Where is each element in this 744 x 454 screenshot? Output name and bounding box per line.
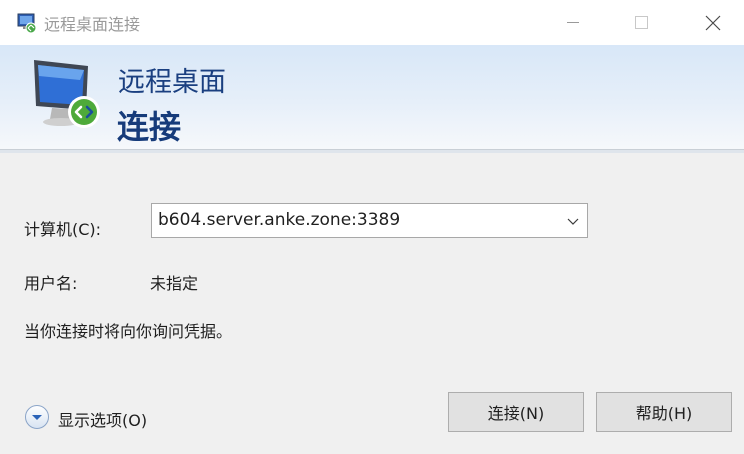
- username-value: 未指定: [150, 274, 199, 293]
- computer-label: 计算机(C):: [24, 220, 102, 239]
- computer-input[interactable]: b604.server.anke.zone:3389: [158, 210, 400, 230]
- maximize-icon: [634, 16, 648, 29]
- expand-options-icon[interactable]: [24, 404, 50, 430]
- remote-desktop-icon: [17, 13, 37, 34]
- help-button[interactable]: 帮助(H): [596, 392, 732, 432]
- computer-combobox[interactable]: b604.server.anke.zone:3389: [151, 203, 588, 238]
- header-banner: [0, 45, 744, 149]
- window-title: 远程桌面连接: [44, 15, 141, 34]
- connect-button[interactable]: 连接(N): [448, 392, 584, 432]
- banner-divider-shadow: [0, 150, 744, 153]
- close-icon: [705, 15, 721, 30]
- show-options-link[interactable]: 显示选项(O): [58, 407, 147, 431]
- username-label: 用户名:: [24, 274, 78, 293]
- credentials-info-text: 当你连接时将向你询问凭据。: [24, 322, 233, 341]
- remote-desktop-monitor-icon: [34, 60, 100, 128]
- minimize-button[interactable]: [550, 0, 596, 45]
- banner-title: 远程桌面: [118, 67, 226, 98]
- minimize-icon: [567, 22, 579, 23]
- maximize-button[interactable]: [618, 0, 664, 45]
- chevron-down-icon[interactable]: [567, 215, 579, 227]
- remote-desktop-window: 远程桌面连接 远程桌面 连接 计算机(C): b604.server.anke.…: [0, 0, 744, 454]
- connect-button-label: 连接(N): [487, 404, 545, 423]
- help-button-label: 帮助(H): [635, 404, 693, 423]
- banner-subtitle: 连接: [117, 108, 182, 146]
- show-options-label[interactable]: 显示选项(O): [58, 411, 147, 430]
- close-button[interactable]: [690, 0, 736, 45]
- title-bar: 远程桌面连接: [0, 0, 744, 45]
